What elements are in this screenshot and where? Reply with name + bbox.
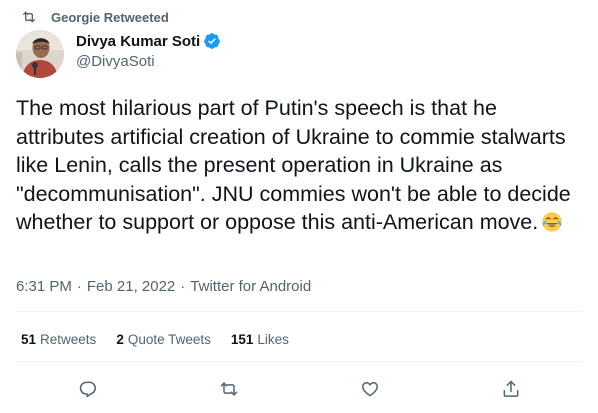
like-icon bbox=[362, 382, 378, 397]
tweet-time[interactable]: 6:31 PM bbox=[16, 278, 72, 295]
tweet-date[interactable]: Feb 21, 2022 bbox=[87, 278, 175, 295]
retweets-stat[interactable]: 51 Retweets bbox=[21, 332, 96, 347]
share-button[interactable] bbox=[500, 378, 522, 400]
tweet-source[interactable]: Twitter for Android bbox=[190, 278, 311, 295]
retweet-context: Georgie Retweeted bbox=[21, 9, 169, 25]
retweets-label: Retweets bbox=[40, 332, 97, 347]
author-name[interactable]: Divya Kumar Soti bbox=[76, 33, 200, 50]
quote-tweets-stat[interactable]: 2 Quote Tweets bbox=[116, 332, 211, 347]
face-with-tears-of-joy-icon bbox=[542, 212, 563, 233]
share-icon bbox=[503, 380, 519, 397]
reply-icon bbox=[79, 381, 96, 398]
divider bbox=[16, 361, 582, 362]
avatar-photo bbox=[16, 30, 64, 78]
tweet-stats: 51 Retweets 2 Quote Tweets 151 Likes bbox=[21, 332, 309, 347]
author-handle[interactable]: @DivyaSoti bbox=[76, 52, 221, 72]
quote-tweets-count: 2 bbox=[116, 332, 124, 347]
meta-separator: · bbox=[76, 278, 82, 295]
tweet-actions bbox=[0, 378, 598, 400]
tweet-text: The most hilarious part of Putin's speec… bbox=[16, 94, 582, 237]
like-button[interactable] bbox=[359, 378, 381, 400]
divider bbox=[16, 311, 582, 312]
quote-tweets-label: Quote Tweets bbox=[127, 332, 211, 347]
retweet-icon bbox=[220, 382, 238, 396]
tweet-body: The most hilarious part of Putin's speec… bbox=[16, 96, 577, 235]
likes-count: 151 bbox=[230, 332, 254, 347]
verified-badge-icon bbox=[204, 33, 221, 49]
meta-separator: · bbox=[180, 278, 186, 295]
avatar[interactable] bbox=[16, 30, 64, 78]
retweets-count: 51 bbox=[21, 332, 37, 347]
likes-label: Likes bbox=[257, 332, 289, 347]
retweet-icon bbox=[23, 11, 35, 23]
reply-button[interactable] bbox=[77, 378, 99, 400]
tweet-meta: 6:31 PM · Feb 21, 2022 · Twitter for And… bbox=[16, 278, 311, 295]
retweet-context-text[interactable]: Georgie Retweeted bbox=[51, 10, 169, 25]
author-block: Divya Kumar Soti @DivyaSoti bbox=[76, 31, 221, 72]
likes-stat[interactable]: 151 Likes bbox=[231, 332, 289, 347]
retweet-button[interactable] bbox=[218, 378, 240, 400]
